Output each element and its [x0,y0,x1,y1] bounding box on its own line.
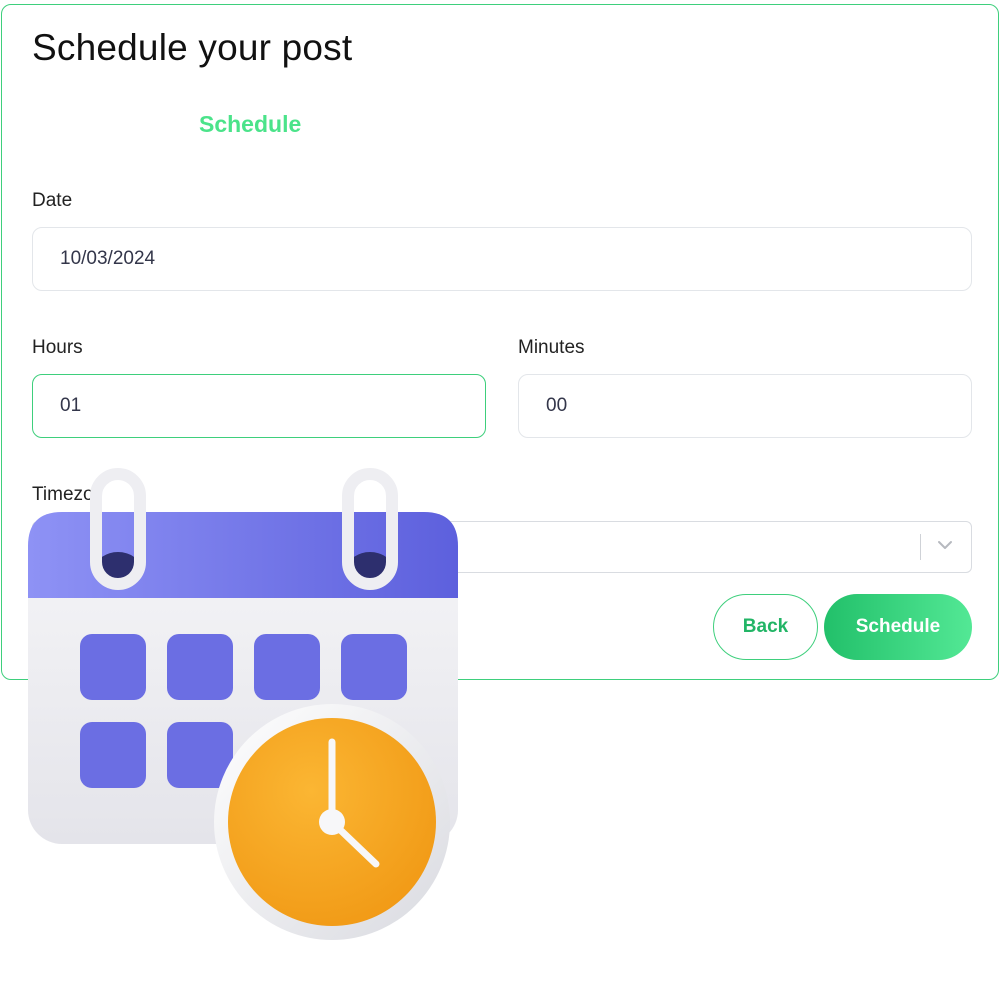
page-title: Schedule your post [32,27,353,68]
calendar-clock-icon [28,468,458,940]
schedule-button[interactable]: Schedule [824,594,972,660]
date-field[interactable]: 10/03/2024 [32,227,972,291]
minutes-label: Minutes [518,337,585,358]
minutes-field[interactable]: 00 [518,374,972,438]
date-label: Date [32,190,73,211]
hours-label: Hours [32,337,83,358]
chevron-down-icon[interactable] [935,535,955,555]
select-separator [919,534,921,560]
back-button[interactable]: Back [713,594,818,660]
tab-schedule[interactable]: Schedule [199,111,301,138]
hours-field[interactable]: 01 [32,374,486,438]
